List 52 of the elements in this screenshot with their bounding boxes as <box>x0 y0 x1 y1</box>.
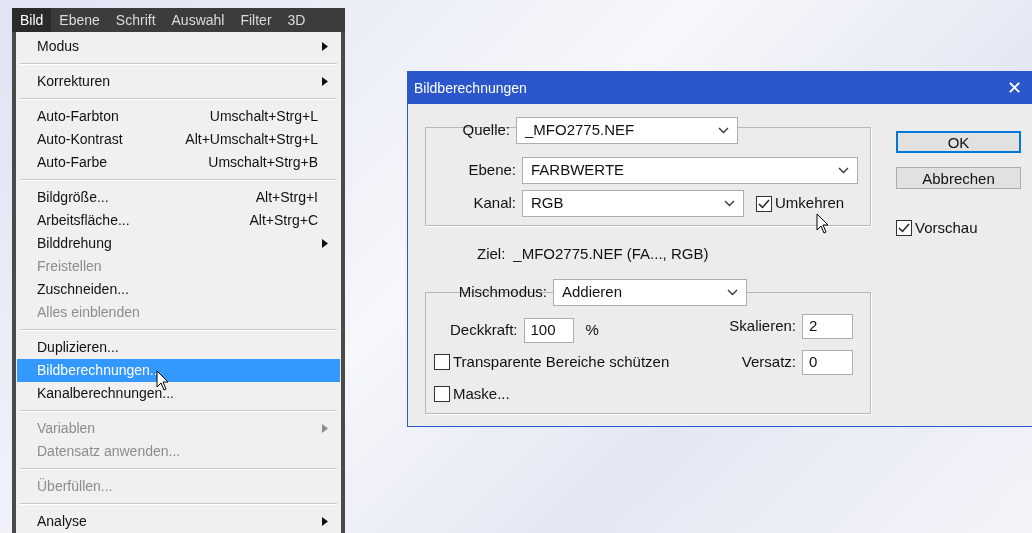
checkbox[interactable] <box>434 386 450 403</box>
field-label: Kanal: <box>472 193 516 214</box>
checkbox[interactable] <box>756 195 772 212</box>
menu-bar-item[interactable]: Auswahl <box>163 8 233 32</box>
dropdown[interactable]: _MFO2775.NEF <box>516 117 738 144</box>
field-label: Ziel: <box>477 244 506 264</box>
menu-item[interactable]: Auto-Farbe Umschalt+Strg+B <box>17 151 340 174</box>
field-label: Skalieren: <box>728 315 796 336</box>
checkbox-label: Umkehren <box>775 193 845 214</box>
offset-input[interactable]: 0 <box>802 349 853 375</box>
menu-item[interactable]: Arbeitsfläche... Alt+Strg+C <box>17 209 340 232</box>
menu-bar-item[interactable]: 3D <box>279 8 314 32</box>
dropdown[interactable]: FARBWERTE <box>522 157 858 184</box>
dialog-button[interactable]: Abbrechen <box>896 167 1021 189</box>
field-label: Mischmodus: <box>457 281 547 302</box>
dialog-button[interactable]: OK <box>896 131 1021 153</box>
field-label: Deckkraft: <box>449 319 518 340</box>
scale-input[interactable]: 2 <box>802 313 853 339</box>
menu-item[interactable]: Analyse <box>17 510 340 533</box>
checkbox-label: Maske... <box>453 384 510 404</box>
chevron-down-icon <box>838 167 849 174</box>
checkbox[interactable] <box>434 353 450 370</box>
dropdown[interactable]: RGB <box>522 190 744 217</box>
menu-bar-item[interactable]: Ebene <box>51 8 108 32</box>
checkbox[interactable] <box>896 220 912 237</box>
menu-bar-item[interactable]: Bild <box>12 8 52 32</box>
field-label: Quelle: <box>461 120 510 141</box>
pointer-cursor-icon <box>816 213 830 235</box>
field-label: Ebene: <box>467 160 516 181</box>
dialog-title: Bildberechnungen <box>414 78 527 98</box>
menu-item[interactable]: Bilddrehung <box>17 232 340 255</box>
menu-item[interactable]: Duplizieren... <box>17 336 340 359</box>
chevron-down-icon <box>724 200 735 207</box>
menu-bar-item[interactable]: Schrift <box>107 8 164 32</box>
menu-item[interactable]: Korrekturen <box>17 70 340 93</box>
menu-item[interactable]: Auto-Kontrast Alt+Umschalt+Strg+L <box>17 128 340 151</box>
dropdown[interactable]: Addieren <box>553 278 747 306</box>
unit-label: % <box>585 319 599 340</box>
menu-item[interactable]: Zuschneiden... <box>17 278 340 301</box>
field-label: Versatz: <box>740 351 796 372</box>
close-button[interactable]: ✕ <box>1007 79 1022 97</box>
menu-item[interactable]: Kanalberechnungen... <box>17 382 340 405</box>
menu-item[interactable]: Bildgröße... Alt+Strg+I <box>17 186 340 209</box>
chevron-down-icon <box>718 127 729 134</box>
opacity-input[interactable]: 100 <box>523 317 574 343</box>
checkbox-label: Vorschau <box>915 218 978 238</box>
menu-item[interactable]: Auto-Farbton Umschalt+Strg+L <box>17 105 340 128</box>
menu-bar-item[interactable]: Filter <box>232 8 280 32</box>
checkbox-label: Transparente Bereiche schützen <box>453 351 670 372</box>
chevron-down-icon <box>727 288 738 296</box>
target-value: _MFO2775.NEF (FA..., RGB) <box>513 244 709 264</box>
menu-item[interactable]: Modus <box>17 35 340 58</box>
